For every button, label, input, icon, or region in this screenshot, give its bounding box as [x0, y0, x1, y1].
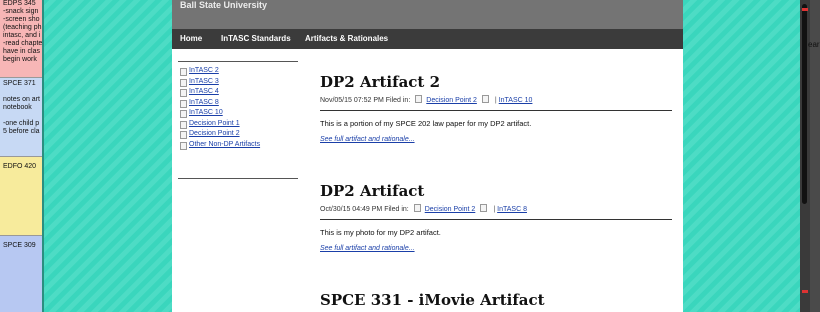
- window-edge-left: [42, 0, 44, 312]
- document-icon: [480, 204, 488, 212]
- note-line: [0, 88, 42, 96]
- document-icon: [180, 99, 187, 108]
- document-icon: [180, 68, 187, 76]
- sidebar-link-decision-point-2[interactable]: Decision Point 2: [178, 129, 298, 140]
- document-icon: [180, 141, 187, 150]
- post-title[interactable]: DP2 Artifact 2: [320, 73, 672, 91]
- sidebar-link-intasc-8[interactable]: InTASC 8: [178, 98, 298, 109]
- separator: |: [494, 97, 497, 104]
- note-line: notebook: [3, 104, 32, 111]
- nav-artifacts-rationales[interactable]: Artifacts & Rationales: [305, 34, 388, 43]
- sticky-note-spce309[interactable]: SPCE 309: [0, 236, 42, 312]
- sticky-note-edfo420[interactable]: EDFO 420: [0, 157, 42, 235]
- post-meta: Oct/30/15 04:49 PM Filed in: Decision Poi…: [320, 204, 672, 214]
- red-marker: [802, 290, 808, 293]
- post-date: Oct/30/15 04:49 PM Filed in:: [320, 206, 409, 213]
- note-line: (teaching ph: [3, 24, 42, 31]
- document-icon: [180, 120, 187, 129]
- document-icon: [481, 95, 489, 103]
- nav-intasc-standards[interactable]: InTASC Standards: [221, 34, 291, 43]
- blog-post: SPCE 331 - iMovie Artifact: [320, 291, 672, 309]
- window-background-left: [42, 0, 172, 312]
- post-category-link[interactable]: Decision Point 2: [425, 206, 476, 213]
- sidebar-link-intasc-2[interactable]: InTASC 2: [178, 66, 298, 77]
- sidebar-link-intasc-3[interactable]: InTASC 3: [178, 77, 298, 88]
- sidebar: InTASC 2 InTASC 3 InTASC 4 InTASC 8 InTA…: [178, 66, 298, 150]
- note-line: have in clas: [3, 48, 40, 55]
- note-divider: [0, 77, 42, 78]
- note-line: -snack sign: [3, 8, 39, 15]
- sticky-note-edps345[interactable]: EDPS 345 -snack sign -screen sho (teachi…: [0, 0, 42, 78]
- note-line: -one child p: [3, 120, 40, 127]
- sticky-notes: EDPS 345 -snack sign -screen sho (teachi…: [0, 0, 42, 312]
- read-more-link[interactable]: See full artifact and rationale...: [320, 136, 415, 143]
- adjacent-window-text: ear: [808, 40, 820, 49]
- document-icon: [180, 110, 187, 118]
- window-background-right: [683, 0, 800, 312]
- note-divider: [0, 235, 42, 236]
- sidebar-link-other-artifacts[interactable]: Other Non-DP Artifacts: [178, 140, 298, 151]
- note-title: SPCE 309: [3, 242, 36, 249]
- post-category-link[interactable]: InTASC 8: [497, 206, 527, 213]
- note-line: 5 before cla: [3, 128, 40, 135]
- nav-bar: Home InTASC Standards Artifacts & Ration…: [172, 29, 683, 49]
- post-divider: [320, 219, 672, 220]
- post-divider: [320, 110, 672, 111]
- post-category-link[interactable]: Decision Point 2: [426, 97, 477, 104]
- post-category-link[interactable]: InTASC 10: [499, 97, 533, 104]
- post-excerpt: This is a portion of my SPCE 202 law pap…: [320, 119, 532, 128]
- document-icon: [413, 204, 421, 212]
- sidebar-link-decision-point-1[interactable]: Decision Point 1: [178, 119, 298, 130]
- post-excerpt: This is my photo for my DP2 artifact.: [320, 228, 441, 237]
- blog-post: DP2 Artifact 2 Nov/05/15 07:52 PM Filed …: [320, 73, 672, 146]
- sidebar-divider-bottom: [178, 178, 298, 179]
- note-divider: [0, 156, 42, 157]
- read-more-link[interactable]: See full artifact and rationale...: [320, 245, 415, 252]
- note-line: notes on art: [3, 96, 40, 103]
- site-title[interactable]: Ball State University: [180, 0, 267, 10]
- document-icon: [180, 78, 187, 87]
- site-header: Ball State University: [172, 0, 683, 29]
- post-title[interactable]: SPCE 331 - iMovie Artifact: [320, 291, 672, 309]
- red-marker: [802, 8, 808, 11]
- blog-post: DP2 Artifact Oct/30/15 04:49 PM Filed in…: [320, 182, 672, 255]
- separator: |: [493, 206, 496, 213]
- note-line: begin work: [3, 56, 37, 63]
- post-meta: Nov/05/15 07:52 PM Filed in: Decision Poi…: [320, 95, 672, 105]
- nav-home[interactable]: Home: [180, 34, 202, 43]
- note-line: [0, 112, 42, 120]
- note-line: -read chapte: [3, 40, 42, 47]
- scrollbar-thumb[interactable]: [802, 4, 807, 204]
- sidebar-link-intasc-10[interactable]: InTASC 10: [178, 108, 298, 119]
- sticky-note-spce371[interactable]: SPCE 371 notes on art notebook -one chil…: [0, 78, 42, 156]
- note-title: EDFO 420: [3, 163, 37, 170]
- document-icon: [180, 89, 187, 97]
- note-line: intasc, and i: [3, 32, 41, 39]
- note-line: -screen sho: [3, 16, 40, 23]
- web-page: Ball State University Home InTASC Standa…: [172, 0, 683, 312]
- sidebar-divider-top: [178, 61, 298, 62]
- sidebar-link-intasc-4[interactable]: InTASC 4: [178, 87, 298, 98]
- note-title: EDPS 345: [3, 0, 36, 7]
- document-icon: [180, 131, 187, 139]
- note-title: SPCE 371: [3, 80, 36, 87]
- post-date: Nov/05/15 07:52 PM Filed in:: [320, 97, 411, 104]
- document-icon: [415, 95, 423, 103]
- post-title[interactable]: DP2 Artifact: [320, 182, 672, 200]
